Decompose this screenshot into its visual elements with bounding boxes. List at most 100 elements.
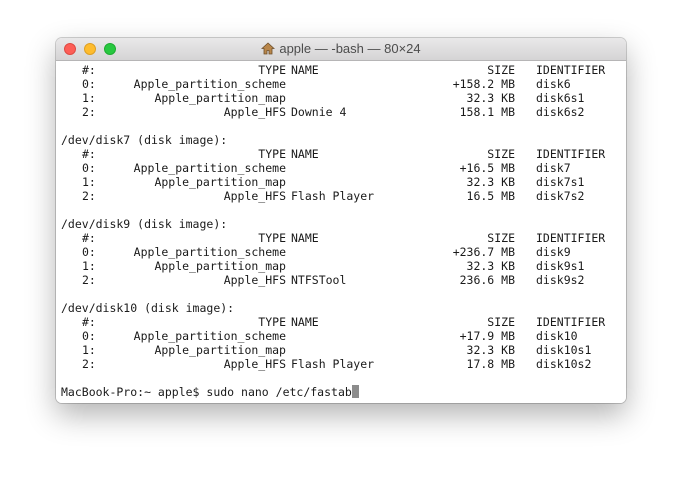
row-size: +158.2 MB [452,77,515,91]
row-type: Apple_partition_scheme [133,77,286,91]
row-index: 1: [82,259,96,273]
row-identifier: disk9s2 [536,273,585,287]
row-identifier: disk10 [536,329,578,343]
row-index: 0: [82,245,96,259]
window-title-text: apple — -bash — 80×24 [279,41,421,56]
header-name: NAME [291,63,319,77]
disk-label: /dev/disk7 (disk image): [61,133,228,147]
table-row: 0: Apple_partition_scheme +158.2 MB disk… [61,77,626,91]
row-identifier: disk10s1 [536,343,592,357]
row-type: Apple_partition_scheme [133,161,286,175]
disk-label: /dev/disk9 (disk image): [61,217,228,231]
row-identifier: disk6s1 [536,91,585,105]
header-size: SIZE [487,147,515,161]
row-name: NTFSTool [291,273,347,287]
header-name: NAME [291,315,319,329]
header-identifier: IDENTIFIER [536,63,606,77]
row-size: 32.3 KB [466,259,515,273]
row-size: 158.1 MB [459,105,515,119]
table-row: 1: Apple_partition_map 32.3 KB disk10s1 [61,343,626,357]
table-header: #: TYPE NAME SIZE IDENTIFIER [61,315,626,329]
row-size: 32.3 KB [466,175,515,189]
header-size: SIZE [487,231,515,245]
header-type: TYPE [258,63,286,77]
header-identifier: IDENTIFIER [536,147,606,161]
header-type: TYPE [258,147,286,161]
row-identifier: disk9 [536,245,571,259]
row-name: Flash Player [291,357,375,371]
table-row: 2: Apple_HFS Flash Player 17.8 MB disk10… [61,357,626,371]
row-identifier: disk6s2 [536,105,585,119]
header-index: #: [82,231,96,245]
row-size: 32.3 KB [466,343,515,357]
table-row: 0: Apple_partition_scheme +16.5 MB disk7 [61,161,626,175]
terminal-window: apple — -bash — 80×24 #: TYPE NAME SIZE … [56,38,626,403]
header-identifier: IDENTIFIER [536,231,606,245]
terminal-output[interactable]: #: TYPE NAME SIZE IDENTIFIER 0: Apple_pa… [56,61,626,403]
table-row: 0: Apple_partition_scheme +17.9 MB disk1… [61,329,626,343]
header-identifier: IDENTIFIER [536,315,606,329]
row-size: 17.8 MB [466,357,515,371]
row-type: Apple_partition_scheme [133,329,286,343]
row-size: +16.5 MB [459,161,515,175]
table-row: 2: Apple_HFS Flash Player 16.5 MB disk7s… [61,189,626,203]
row-type: Apple_HFS [223,105,286,119]
header-size: SIZE [487,315,515,329]
table-header: #: TYPE NAME SIZE IDENTIFIER [61,63,626,77]
row-index: 2: [82,105,96,119]
title-bar[interactable]: apple — -bash — 80×24 [56,38,626,61]
text-cursor [351,385,359,398]
row-name: Flash Player [291,189,375,203]
row-identifier: disk7s1 [536,175,585,189]
row-type: Apple_partition_map [154,343,286,357]
row-index: 0: [82,161,96,175]
header-type: TYPE [258,315,286,329]
header-size: SIZE [487,63,515,77]
table-row: 2: Apple_HFS Downie 4 158.1 MB disk6s2 [61,105,626,119]
row-index: 1: [82,343,96,357]
header-type: TYPE [258,231,286,245]
table-row: 0: Apple_partition_scheme +236.7 MB disk… [61,245,626,259]
table-row: 2: Apple_HFS NTFSTool 236.6 MB disk9s2 [61,273,626,287]
row-index: 0: [82,329,96,343]
row-identifier: disk7 [536,161,571,175]
row-type: Apple_HFS [223,357,286,371]
row-type: Apple_HFS [223,273,286,287]
header-name: NAME [291,231,319,245]
table-row: 1: Apple_partition_map 32.3 KB disk6s1 [61,91,626,105]
command-line[interactable]: MacBook-Pro:~ apple$ sudo nano /etc/fast… [61,385,626,399]
row-index: 1: [82,91,96,105]
row-identifier: disk10s2 [536,357,592,371]
row-type: Apple_partition_map [154,259,286,273]
row-size: 236.6 MB [459,273,515,287]
table-row: 1: Apple_partition_map 32.3 KB disk9s1 [61,259,626,273]
row-index: 0: [82,77,96,91]
row-type: Apple_partition_scheme [133,245,286,259]
row-identifier: disk7s2 [536,189,585,203]
header-index: #: [82,315,96,329]
row-name: Downie 4 [291,105,347,119]
row-type: Apple_partition_map [154,175,286,189]
header-index: #: [82,147,96,161]
row-index: 1: [82,175,96,189]
row-type: Apple_HFS [223,189,286,203]
row-size: +236.7 MB [452,245,515,259]
row-size: 16.5 MB [466,189,515,203]
shell-prompt: MacBook-Pro:~ apple$ [61,385,207,399]
row-index: 2: [82,357,96,371]
row-index: 2: [82,273,96,287]
row-index: 2: [82,189,96,203]
table-row: 1: Apple_partition_map 32.3 KB disk7s1 [61,175,626,189]
command-input[interactable]: sudo nano /etc/fastab [206,385,351,399]
home-icon [261,42,276,58]
table-header: #: TYPE NAME SIZE IDENTIFIER [61,147,626,161]
row-identifier: disk6 [536,77,571,91]
row-size: 32.3 KB [466,91,515,105]
row-type: Apple_partition_map [154,91,286,105]
header-index: #: [82,63,96,77]
row-identifier: disk9s1 [536,259,585,273]
